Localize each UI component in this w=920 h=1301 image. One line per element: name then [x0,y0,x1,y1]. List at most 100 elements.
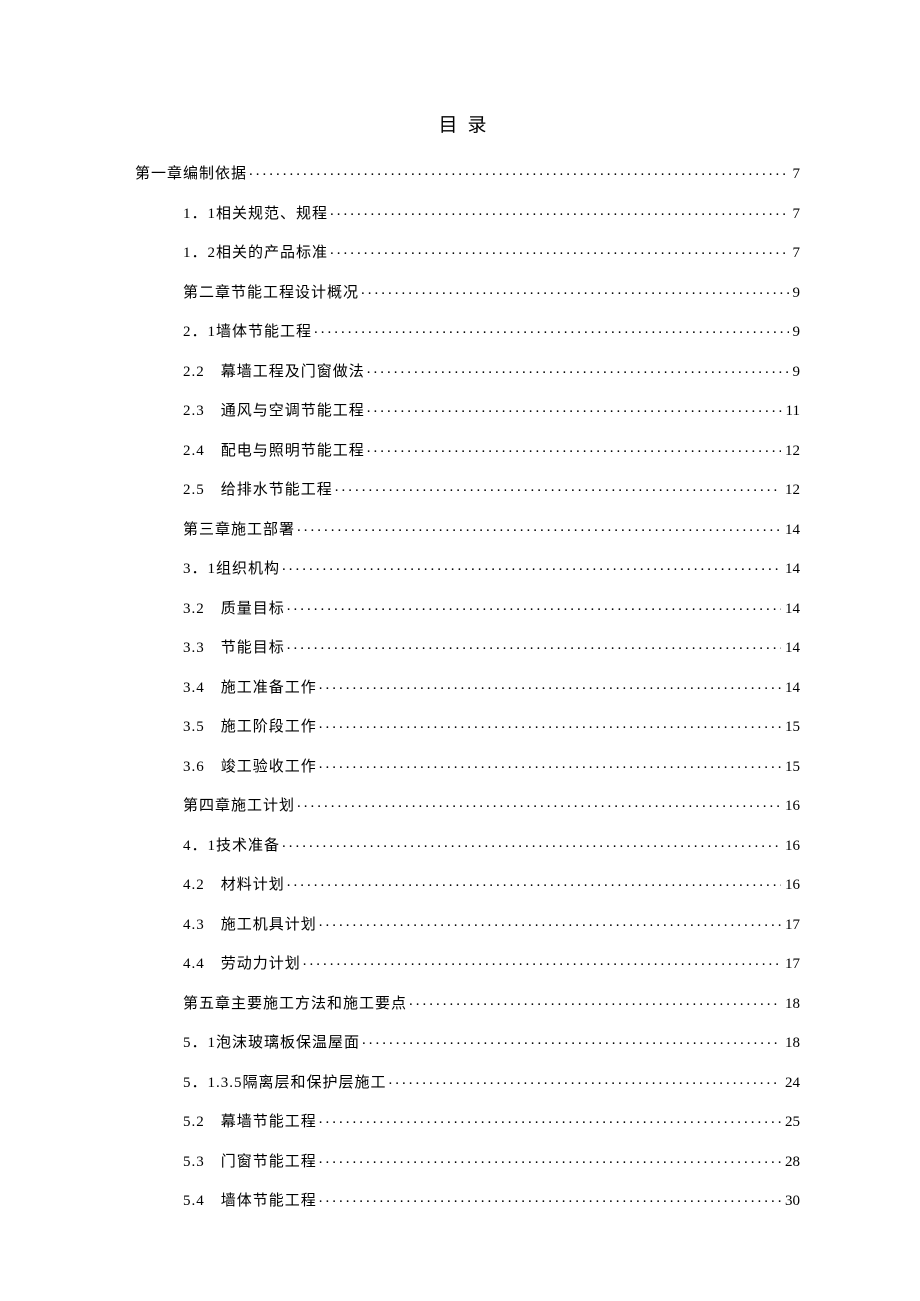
toc-entry-label: 2.2 幕墙工程及门窗做法 [183,360,365,381]
toc-entry-label: 2.4 配电与照明节能工程 [183,439,365,460]
toc-leader-dots [317,914,781,929]
toc-entry-label: 3.5 施工阶段工作 [183,715,317,736]
toc-leader-dots [333,479,781,494]
toc-leader-dots [280,558,781,573]
toc-entry-page: 14 [781,561,800,578]
toc-entry: 2.3 通风与空调节能工程 11 [135,396,800,436]
toc-entry-label: 5.3 门窗节能工程 [183,1150,317,1171]
toc-leader-dots [247,163,788,178]
toc-entry: 3.3 节能目标 14 [135,633,800,673]
toc-entry: 5.2 幕墙节能工程 25 [135,1107,800,1147]
toc-leader-dots [328,203,788,218]
toc-leader-dots [317,1190,781,1205]
toc-entry-page: 14 [781,640,800,657]
toc-entry-page: 15 [781,759,800,776]
toc-leader-dots [328,242,788,257]
toc-entry: 2．1墙体节能工程 9 [135,317,800,357]
toc-entry-label: 4．1技术准备 [183,834,280,855]
toc-entry-page: 7 [789,166,801,183]
document-page: 目录 第一章编制依据 7 1．1相关规范、规程 7 1．2相关的产品标准 7 第二章节能工程… [0,0,920,1226]
toc-entry: 4.4 劳动力计划 17 [135,949,800,989]
toc-entry: 4.3 施工机具计划17 [135,910,800,950]
toc-entry-label: 5．1泡沫玻璃板保温屋面 [183,1031,360,1052]
toc-entry-label: 5.2 幕墙节能工程 [183,1110,317,1131]
toc-entry-page: 24 [781,1075,800,1092]
toc-entry-page: 14 [781,601,800,618]
toc-entry-label: 3.3 节能目标 [183,636,285,657]
toc-entry: 4．1技术准备 16 [135,831,800,871]
toc-entry: 第一章编制依据 7 [135,159,800,199]
toc-entry: 4.2 材料计划 16 [135,870,800,910]
toc-entry-label: 4.3 施工机具计划 [183,913,317,934]
toc-entry-page: 18 [781,996,800,1013]
toc-entry-label: 4.4 劳动力计划 [183,952,301,973]
toc-leader-dots [295,795,781,810]
toc-entry: 第三章施工部署 14 [135,515,800,555]
toc-entry: 3.2 质量目标 14 [135,594,800,634]
toc-entry: 2.5 给排水节能工程12 [135,475,800,515]
toc-entry-label: 4.2 材料计划 [183,873,285,894]
toc-entry-label: 2．1墙体节能工程 [183,320,312,341]
toc-entry: 2.2 幕墙工程及门窗做法 9 [135,357,800,397]
toc-entry-page: 7 [789,206,801,223]
toc-container: 第一章编制依据 7 1．1相关规范、规程 7 1．2相关的产品标准 7 第二章节能工程设计概… [135,159,800,1226]
toc-leader-dots [407,993,781,1008]
toc-entry-page: 18 [781,1035,800,1052]
toc-entry-label: 3．1组织机构 [183,557,280,578]
toc-entry-page: 25 [781,1114,800,1131]
toc-entry-page: 7 [789,245,801,262]
toc-entry-page: 14 [781,522,800,539]
toc-leader-dots [387,1072,781,1087]
toc-leader-dots [295,519,781,534]
toc-entry: 5．1.3.5隔离层和保护层施工 24 [135,1068,800,1108]
toc-entry-page: 28 [781,1154,800,1171]
toc-leader-dots [317,677,781,692]
toc-entry: 1．2相关的产品标准 7 [135,238,800,278]
toc-leader-dots [285,874,781,889]
toc-entry: 1．1相关规范、规程 7 [135,199,800,239]
toc-entry-label: 5．1.3.5隔离层和保护层施工 [183,1071,387,1092]
toc-entry-page: 12 [781,482,800,499]
toc-entry-label: 1．1相关规范、规程 [183,202,328,223]
toc-entry-label: 第四章施工计划 [183,794,295,815]
toc-entry-page: 15 [781,719,800,736]
toc-entry: 3.5 施工阶段工作 15 [135,712,800,752]
toc-entry-page: 17 [781,956,800,973]
toc-entry-label: 第一章编制依据 [135,162,247,183]
toc-entry: 第二章节能工程设计概况9 [135,278,800,318]
toc-leader-dots [285,598,781,613]
toc-leader-dots [360,1032,781,1047]
toc-leader-dots [312,321,788,336]
toc-leader-dots [285,637,781,652]
toc-entry-label: 3.2 质量目标 [183,597,285,618]
toc-leader-dots [317,756,781,771]
toc-entry-page: 12 [781,443,800,460]
toc-entry: 第四章施工计划 16 [135,791,800,831]
toc-leader-dots [317,1111,781,1126]
toc-entry-page: 16 [781,838,800,855]
toc-leader-dots [365,361,789,376]
toc-entry: 3.6 竣工验收工作 15 [135,752,800,792]
toc-entry-label: 1．2相关的产品标准 [183,241,328,262]
toc-leader-dots [317,716,781,731]
toc-leader-dots [280,835,781,850]
toc-entry-page: 9 [789,364,801,381]
toc-entry-label: 第五章主要施工方法和施工要点 [183,992,407,1013]
toc-entry-label: 3.6 竣工验收工作 [183,755,317,776]
toc-entry: 3．1组织机构 14 [135,554,800,594]
toc-entry-label: 3.4 施工准备工作 [183,676,317,697]
toc-leader-dots [365,400,782,415]
toc-entry: 5．1泡沫玻璃板保温屋面 18 [135,1028,800,1068]
toc-entry-page: 16 [781,877,800,894]
toc-entry: 5.3 门窗节能工程 28 [135,1147,800,1187]
toc-entry-page: 9 [789,324,801,341]
toc-entry-page: 11 [782,403,800,420]
toc-entry-label: 2.3 通风与空调节能工程 [183,399,365,420]
toc-leader-dots [359,282,788,297]
toc-entry-label: 第三章施工部署 [183,518,295,539]
toc-entry-page: 16 [781,798,800,815]
toc-leader-dots [301,953,781,968]
toc-title: 目录 [135,110,800,137]
toc-entry-page: 9 [789,285,801,302]
toc-entry: 3.4 施工准备工作14 [135,673,800,713]
